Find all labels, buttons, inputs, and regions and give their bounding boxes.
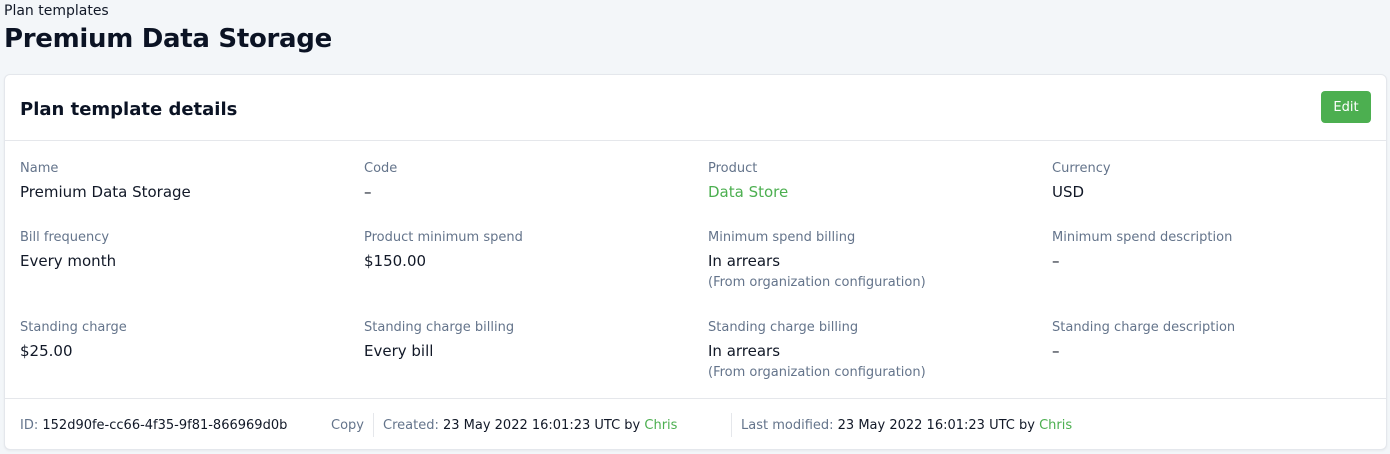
field-value: Every bill <box>364 342 434 360</box>
field-label: Bill frequency <box>20 230 110 245</box>
breadcrumb[interactable]: Plan templates <box>4 3 109 19</box>
edit-button[interactable]: Edit <box>1321 91 1371 123</box>
field-label: Code <box>364 161 398 176</box>
field-label: Standing charge description <box>1052 320 1236 335</box>
field-product: Product Data Store <box>708 161 788 201</box>
field-name: Name Premium Data Storage <box>20 161 191 201</box>
product-link[interactable]: Data Store <box>708 183 788 201</box>
divider <box>373 413 374 437</box>
card-header: Plan template details Edit <box>5 75 1386 141</box>
copy-id-button[interactable]: Copy <box>331 418 364 434</box>
created-info: Created: 23 May 2022 16:01:23 UTC by Chr… <box>383 418 677 434</box>
created-value: 23 May 2022 16:01:23 UTC by <box>442 418 641 433</box>
created-by-link[interactable]: Chris <box>644 418 677 433</box>
modified-value: 23 May 2022 16:01:23 UTC by <box>837 418 1035 433</box>
id-value: 152d90fe-cc66-4f35-9f81-866969d0b <box>42 418 288 433</box>
field-label: Product <box>708 161 758 176</box>
plan-template-details-card: Plan template details Edit Name Premium … <box>4 74 1387 450</box>
field-note: (From organization configuration) <box>708 365 926 380</box>
field-standing-charge-description: Standing charge description – <box>1052 320 1235 360</box>
field-note: (From organization configuration) <box>708 275 926 290</box>
page-title: Premium Data Storage <box>4 24 332 54</box>
field-label: Standing charge <box>20 320 127 335</box>
field-value: – <box>1052 252 1060 270</box>
field-value: $150.00 <box>364 252 427 270</box>
field-standing-charge: Standing charge $25.00 <box>20 320 127 360</box>
field-value: Premium Data Storage <box>20 183 191 201</box>
divider <box>731 413 732 437</box>
field-product-minimum-spend: Product minimum spend $150.00 <box>364 230 523 270</box>
field-value: Every month <box>20 252 117 270</box>
card-title: Plan template details <box>20 99 238 120</box>
field-value: USD <box>1052 183 1085 201</box>
field-label: Minimum spend billing <box>708 230 856 245</box>
field-minimum-spend-billing: Minimum spend billing In arrears (From o… <box>708 230 926 291</box>
field-value: – <box>1052 342 1060 360</box>
field-standing-charge-billing-frequency: Standing charge billing Every bill <box>364 320 514 360</box>
field-bill-frequency: Bill frequency Every month <box>20 230 116 270</box>
field-value: In arrears <box>708 342 781 360</box>
field-minimum-spend-description: Minimum spend description – <box>1052 230 1232 270</box>
metadata-footer: ID: 152d90fe-cc66-4f35-9f81-866969d0b Co… <box>5 398 1386 451</box>
modified-label: Last modified: <box>741 418 834 433</box>
field-value: In arrears <box>708 252 781 270</box>
field-label: Product minimum spend <box>364 230 523 245</box>
modified-info: Last modified: 23 May 2022 16:01:23 UTC … <box>741 418 1072 434</box>
field-label: Standing charge billing <box>708 320 859 335</box>
field-value: $25.00 <box>20 342 73 360</box>
field-label: Name <box>20 161 59 176</box>
field-value: – <box>364 183 372 201</box>
created-label: Created: <box>383 418 439 433</box>
id-label: ID: <box>20 418 39 433</box>
modified-by-link[interactable]: Chris <box>1039 418 1072 433</box>
field-code: Code – <box>364 161 397 201</box>
field-standing-charge-billing: Standing charge billing In arrears (From… <box>708 320 926 381</box>
field-label: Currency <box>1052 161 1111 176</box>
field-label: Minimum spend description <box>1052 230 1233 245</box>
field-label: Standing charge billing <box>364 320 515 335</box>
id-info: ID: 152d90fe-cc66-4f35-9f81-866969d0b <box>20 418 287 434</box>
field-currency: Currency USD <box>1052 161 1111 201</box>
